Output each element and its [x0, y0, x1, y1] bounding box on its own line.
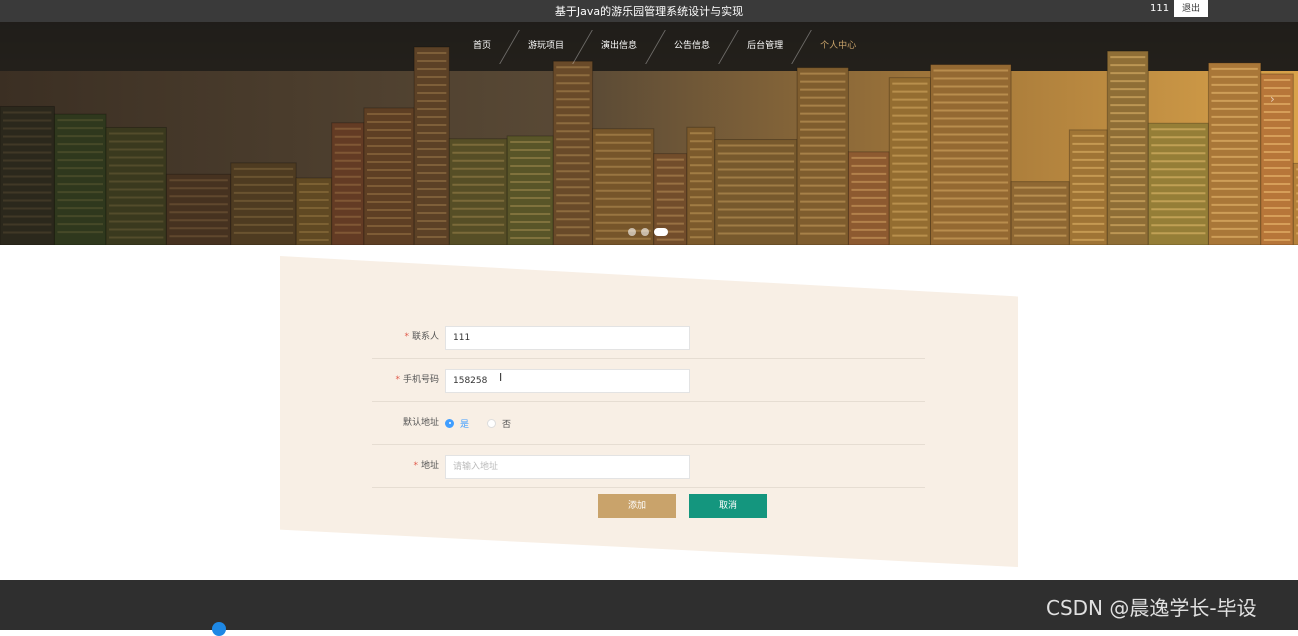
- address-row: * 地址: [372, 444, 925, 488]
- cancel-button[interactable]: 取消: [689, 494, 767, 518]
- default-address-yes-radio[interactable]: 是: [445, 401, 469, 445]
- phone-row: * 手机号码: [372, 358, 925, 402]
- building-shape: [165, 173, 232, 245]
- building-shape: [105, 126, 167, 245]
- address-input[interactable]: [445, 455, 690, 479]
- building-shape: [1068, 129, 1108, 245]
- building-shape: [1147, 122, 1209, 245]
- building-shape: [714, 139, 798, 245]
- nav-item-5[interactable]: 个人中心: [802, 22, 874, 71]
- building-shape: [686, 126, 716, 245]
- radio-unchecked-icon: [487, 418, 496, 428]
- phone-input[interactable]: [445, 369, 690, 393]
- contact-row: * 联系人: [372, 315, 925, 359]
- carousel-dot[interactable]: [654, 228, 668, 236]
- building-shape: [552, 60, 594, 245]
- carousel-indicators: [628, 228, 668, 236]
- building-shape: [53, 113, 107, 245]
- default-address-no-radio[interactable]: 否: [487, 401, 511, 445]
- watermark: CSDN @晨逸学长-毕设: [1046, 596, 1257, 620]
- building-shape: [295, 177, 333, 245]
- building-shape: [929, 64, 1012, 245]
- address-label: * 地址: [413, 461, 439, 471]
- site-title: 基于Java的游乐园管理系统设计与实现: [554, 5, 744, 18]
- carousel-next-icon[interactable]: ›: [1270, 92, 1282, 108]
- building-shape: [363, 107, 415, 245]
- top-bar: 基于Java的游乐园管理系统设计与实现 111 退出: [0, 0, 1298, 22]
- radio-checked-icon: [445, 418, 454, 428]
- carousel-dot[interactable]: [641, 228, 649, 236]
- carousel-dot[interactable]: [628, 228, 636, 236]
- logout-button[interactable]: 退出: [1174, 0, 1208, 17]
- add-button[interactable]: 添加: [598, 494, 676, 518]
- username: 111: [1150, 3, 1170, 14]
- footer-logo-icon: [212, 622, 226, 636]
- nav-item-0[interactable]: 首页: [455, 22, 509, 71]
- main-nav: 首页 游玩项目 演出信息 公告信息 后台管理 个人中心: [455, 22, 874, 71]
- building-shape: [1207, 62, 1262, 245]
- default-address-row: 默认地址 是 否: [372, 401, 925, 445]
- text-cursor-icon: I: [499, 371, 503, 384]
- default-address-label: 默认地址: [402, 418, 439, 428]
- phone-label: * 手机号码: [395, 375, 439, 385]
- contact-label: * 联系人: [404, 332, 439, 342]
- contact-input[interactable]: [445, 326, 690, 350]
